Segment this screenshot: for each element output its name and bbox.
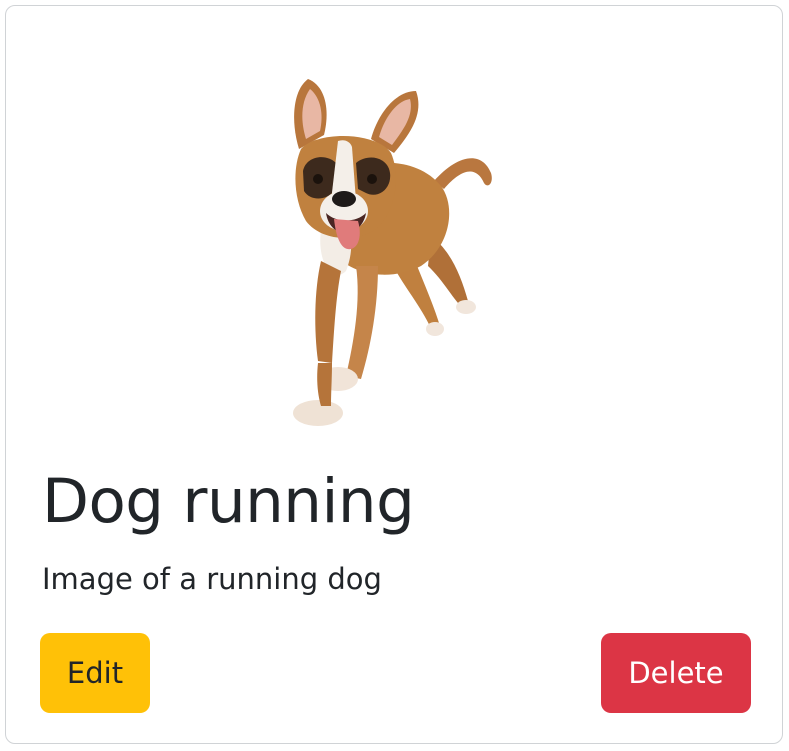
dog-running-image (293, 79, 492, 426)
edit-button[interactable]: Edit (40, 633, 150, 713)
card: Dog running Image of a running dog Edit … (5, 5, 783, 744)
card-title: Dog running (42, 466, 415, 537)
card-description: Image of a running dog (42, 562, 382, 596)
delete-button[interactable]: Delete (601, 633, 751, 713)
